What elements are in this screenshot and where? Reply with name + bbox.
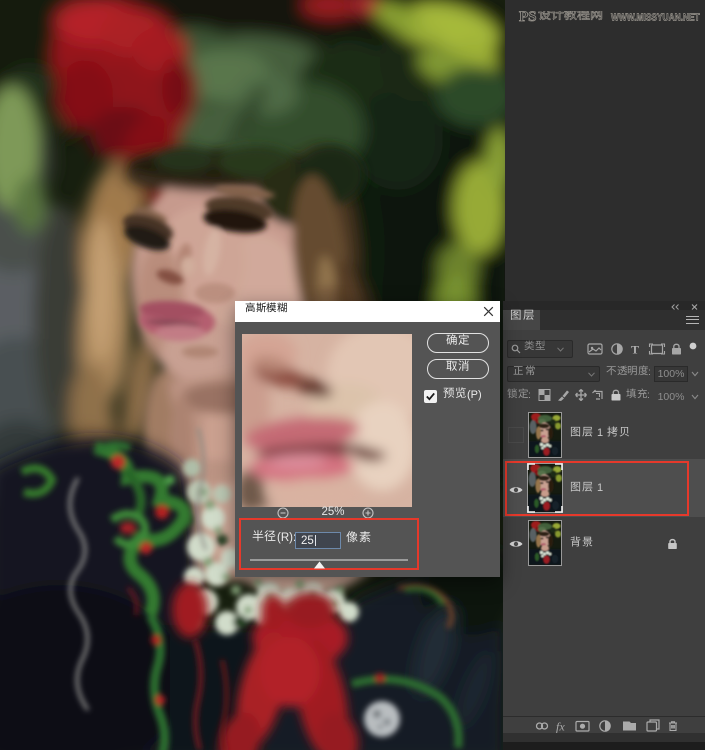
svg-text:T: T bbox=[631, 343, 639, 357]
svg-text:fx: fx bbox=[556, 720, 565, 734]
